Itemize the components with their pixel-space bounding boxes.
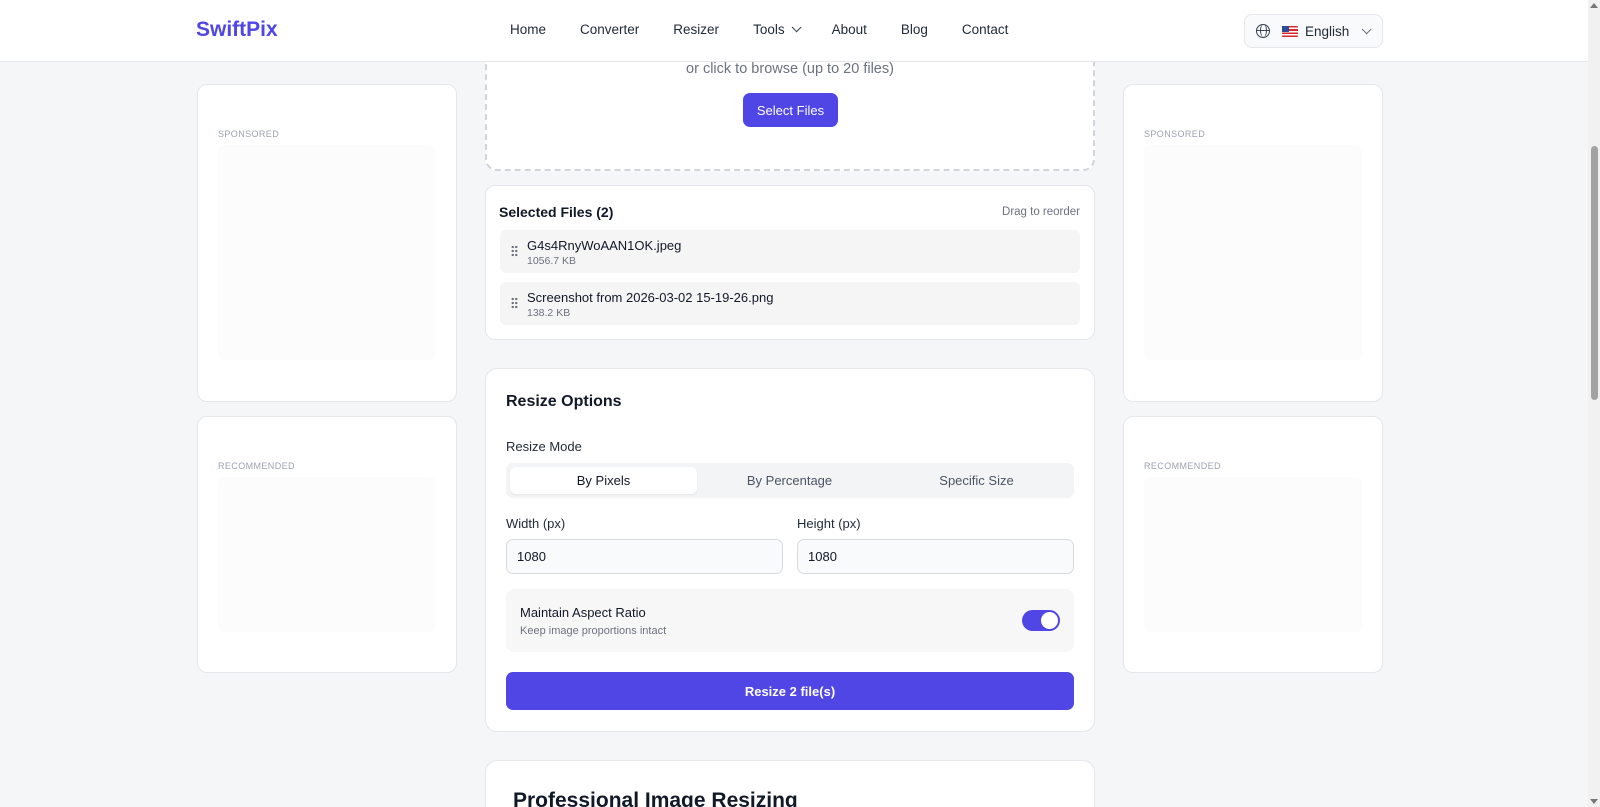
ad-recommended-right: RECOMMENDED [1123, 416, 1383, 673]
ad-sponsored-left: SPONSORED [197, 84, 457, 402]
top-header: SwiftPix Home Converter Resizer Tools Ab… [0, 0, 1588, 62]
us-flag-icon [1282, 25, 1298, 37]
page-scrollbar[interactable] [1588, 0, 1600, 807]
scroll-down-arrow-icon[interactable] [1590, 799, 1598, 804]
ad-sponsored-right: SPONSORED [1123, 84, 1383, 402]
nav-about[interactable]: About [832, 22, 867, 37]
mode-specific-size[interactable]: Specific Size [883, 467, 1070, 494]
file-size: 1056.7 KB [527, 255, 577, 267]
resize-files-button[interactable]: Resize 2 file(s) [506, 672, 1074, 710]
selected-files-title: Selected Files (2) [499, 204, 614, 220]
logo[interactable]: SwiftPix [196, 18, 278, 42]
ad-slot[interactable] [1144, 145, 1362, 360]
mode-by-percentage[interactable]: By Percentage [696, 467, 883, 494]
nav-resizer[interactable]: Resizer [673, 22, 719, 37]
ad-slot[interactable] [1144, 477, 1362, 632]
mode-by-pixels[interactable]: By Pixels [510, 467, 697, 494]
selected-files-card: Selected Files (2) Drag to reorder G4s4R… [485, 185, 1095, 340]
ad-label: RECOMMENDED [218, 461, 295, 471]
ad-label: SPONSORED [218, 129, 280, 139]
nav-home[interactable]: Home [510, 22, 546, 37]
file-row[interactable]: Screenshot from 2026-03-02 15-19-26.png … [500, 282, 1080, 325]
drag-handle-icon[interactable] [511, 297, 518, 309]
main-nav: Home Converter Resizer Tools About Blog … [510, 22, 1042, 37]
file-name: G4s4RnyWoAAN1OK.jpeg [527, 238, 682, 253]
width-input[interactable]: 1080 [506, 539, 783, 574]
drag-reorder-hint: Drag to reorder [1002, 206, 1080, 218]
file-row[interactable]: G4s4RnyWoAAN1OK.jpeg 1056.7 KB [500, 230, 1080, 273]
file-name: Screenshot from 2026-03-02 15-19-26.png [527, 290, 774, 305]
file-size: 138.2 KB [527, 307, 571, 319]
nav-converter[interactable]: Converter [580, 22, 639, 37]
nav-tools[interactable]: Tools [753, 22, 802, 37]
section-heading: Professional Image Resizing [513, 789, 798, 807]
aspect-ratio-subtitle: Keep image proportions intact [520, 625, 667, 637]
aspect-ratio-row: Maintain Aspect Ratio Keep image proport… [506, 589, 1074, 652]
height-input[interactable]: 1080 [797, 539, 1074, 574]
resize-options-title: Resize Options [506, 393, 622, 410]
nav-blog[interactable]: Blog [901, 22, 928, 37]
ad-slot[interactable] [218, 477, 436, 632]
nav-tools-label: Tools [753, 22, 785, 37]
language-selector[interactable]: English [1244, 14, 1383, 48]
globe-icon [1256, 24, 1270, 38]
ad-recommended-left: RECOMMENDED [197, 416, 457, 673]
scroll-up-arrow-icon[interactable] [1590, 3, 1598, 8]
resize-mode-label: Resize Mode [506, 439, 582, 454]
toggle-knob [1041, 612, 1058, 629]
nav-contact[interactable]: Contact [962, 22, 1009, 37]
chevron-down-icon [1361, 23, 1372, 34]
ad-label: SPONSORED [1144, 129, 1206, 139]
upload-hint: or click to browse (up to 20 files) [686, 61, 894, 77]
language-label: English [1305, 23, 1350, 39]
resize-options-card: Resize Options Resize Mode By Pixels By … [485, 368, 1095, 732]
width-label: Width (px) [506, 516, 566, 531]
ad-label: RECOMMENDED [1144, 461, 1221, 471]
aspect-ratio-title: Maintain Aspect Ratio [520, 605, 646, 620]
drag-handle-icon[interactable] [511, 245, 518, 257]
resize-mode-segmented-control: By Pixels By Percentage Specific Size [506, 463, 1074, 498]
info-section-card: Professional Image Resizing [485, 760, 1095, 807]
select-files-button[interactable]: Select Files [743, 93, 838, 127]
aspect-ratio-toggle[interactable] [1022, 610, 1060, 631]
height-label: Height (px) [797, 516, 861, 531]
chevron-down-icon [791, 22, 802, 33]
scrollbar-thumb[interactable] [1591, 146, 1598, 400]
ad-slot[interactable] [218, 145, 436, 360]
